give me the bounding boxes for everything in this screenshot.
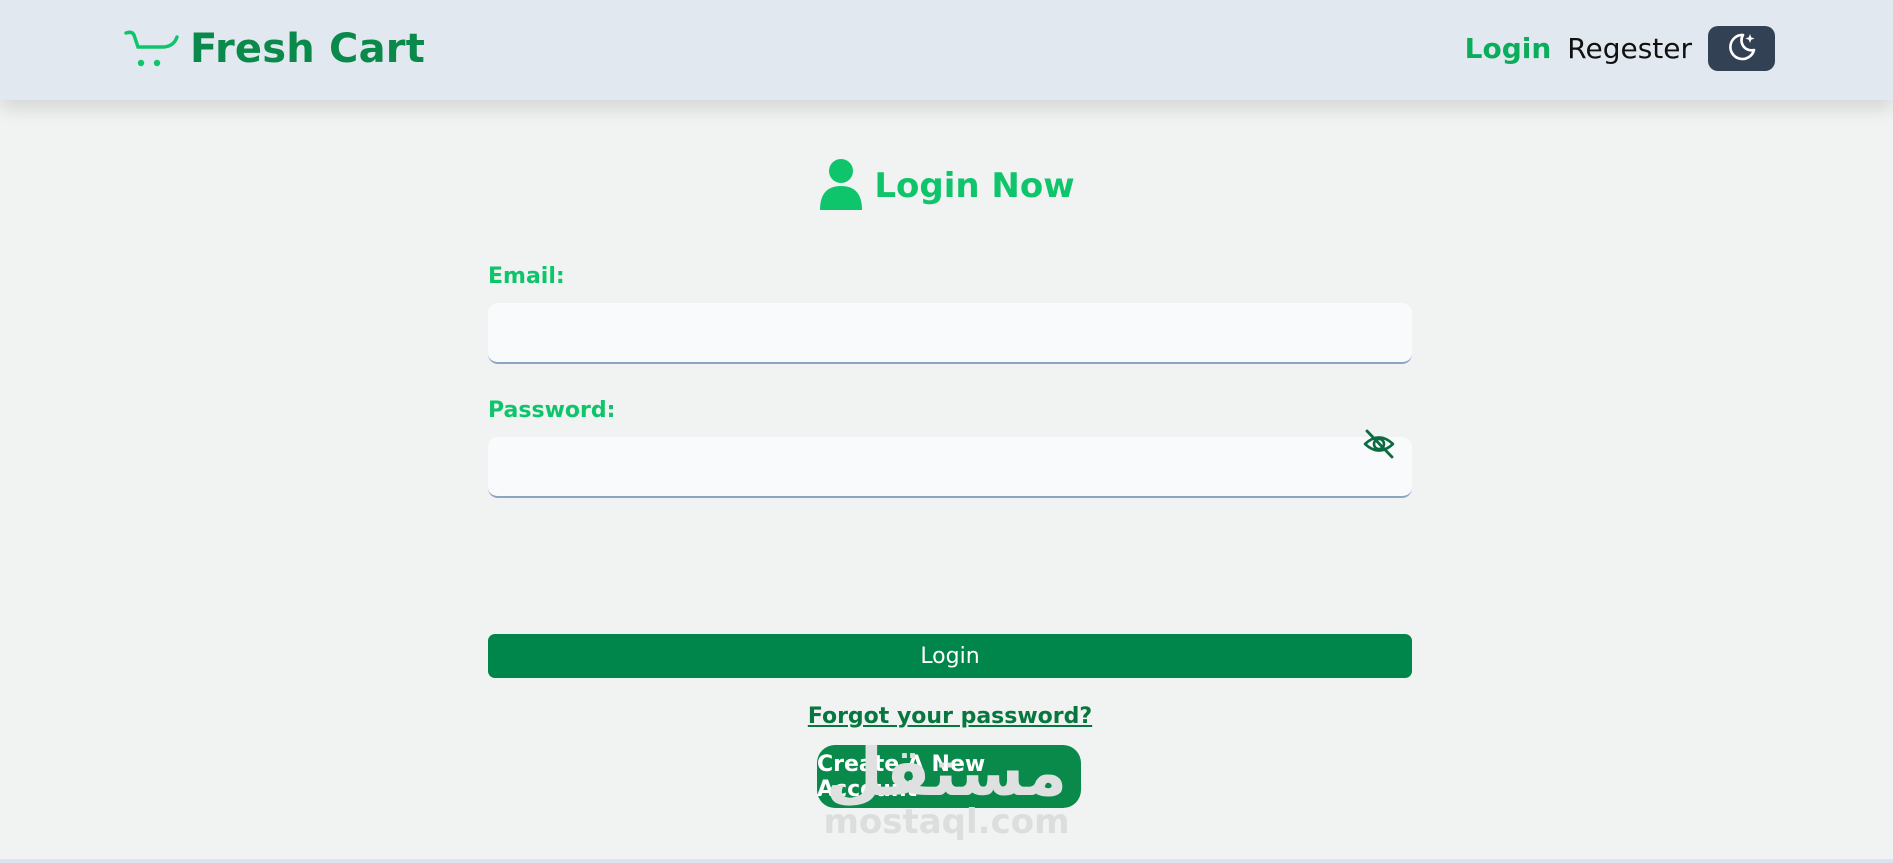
forgot-password-link[interactable]: Forgot your password? — [488, 704, 1412, 729]
watermark-latin: mostaql.com — [823, 802, 1070, 842]
password-field-wrapper — [488, 429, 1412, 498]
email-field[interactable] — [488, 303, 1412, 362]
password-label: Password: — [488, 398, 616, 423]
password-field[interactable] — [488, 437, 1412, 496]
email-field-wrapper — [488, 303, 1412, 364]
eye-slash-icon[interactable] — [1362, 427, 1396, 465]
login-page: Login Now Email: Password: Login Forgot … — [0, 100, 1893, 863]
email-label: Email: — [488, 264, 565, 289]
watermark-arabic: مستقل — [825, 734, 1068, 811]
user-icon — [818, 158, 864, 214]
page-title-text: Login Now — [874, 166, 1075, 206]
nav-login-link[interactable]: Login — [1465, 32, 1552, 65]
cart-icon — [124, 27, 180, 71]
login-form: Email: Password: Login Forgot your passw… — [488, 264, 1412, 808]
nav-links: Login Regester — [1465, 26, 1775, 71]
moon-icon — [1725, 30, 1759, 68]
page-title: Login Now — [0, 158, 1893, 214]
nav-register-link[interactable]: Regester — [1567, 32, 1692, 65]
login-button[interactable]: Login — [488, 634, 1412, 678]
navbar: Fresh Cart Login Regester — [0, 0, 1893, 100]
bottom-divider — [0, 859, 1893, 863]
brand-name: Fresh Cart — [190, 26, 426, 72]
brand-logo[interactable]: Fresh Cart — [124, 26, 425, 72]
watermark: مستقل mostaql.com — [0, 734, 1893, 843]
theme-toggle-button[interactable] — [1708, 26, 1775, 71]
